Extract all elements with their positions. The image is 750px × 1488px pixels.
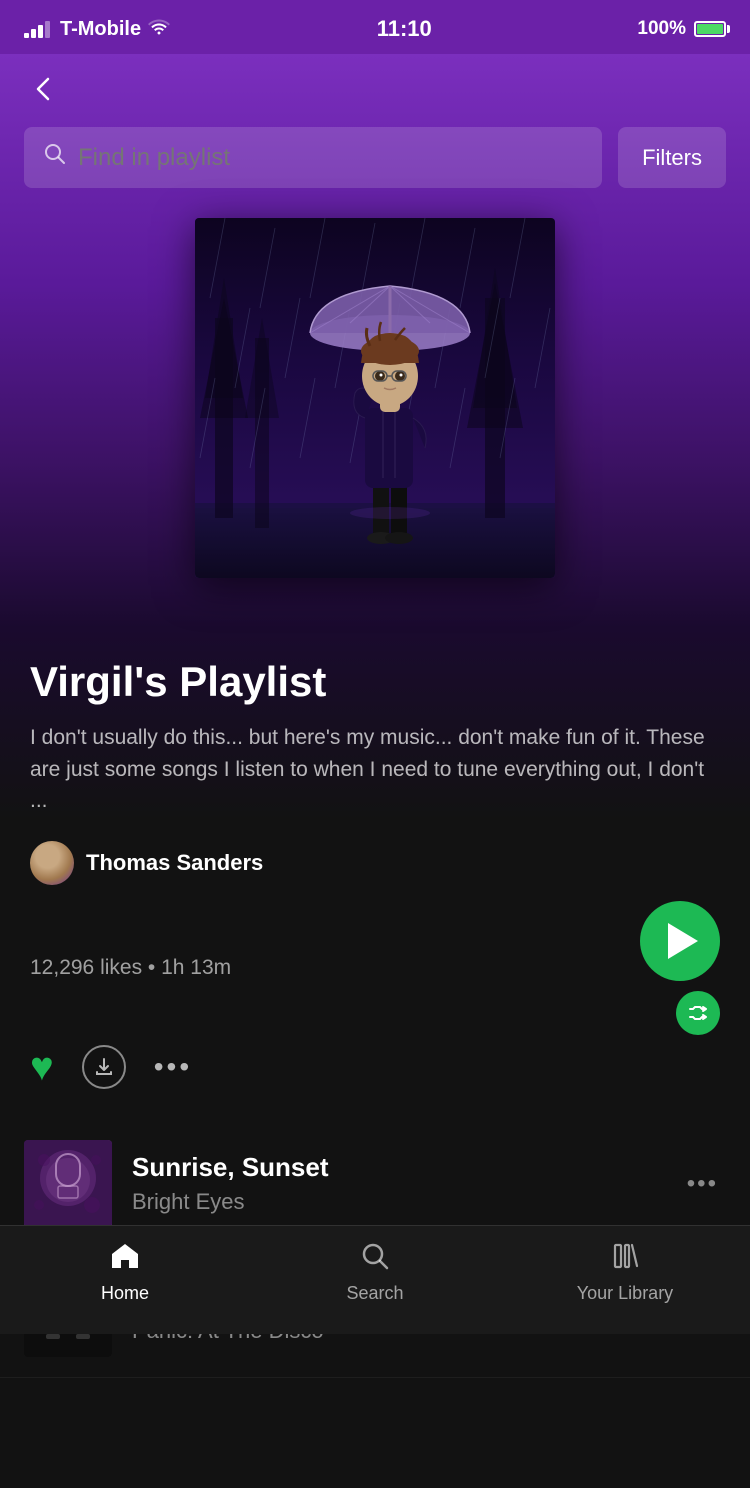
- status-right: 100%: [637, 18, 726, 40]
- play-button[interactable]: [640, 901, 720, 981]
- song-more-button-1[interactable]: •••: [679, 1162, 726, 1206]
- playlist-description: I don't usually do this... but here's my…: [30, 722, 720, 817]
- more-options-button[interactable]: •••: [154, 1051, 192, 1083]
- status-left: T-Mobile: [24, 17, 171, 41]
- home-icon: [110, 1242, 140, 1277]
- nav-library[interactable]: Your Library: [565, 1242, 685, 1304]
- song-artist: Bright Eyes: [132, 1189, 659, 1215]
- library-label: Your Library: [577, 1283, 673, 1304]
- battery-percent: 100%: [637, 18, 686, 40]
- playlist-cover-art: [195, 218, 555, 578]
- song-info-1: Sunrise, Sunset Bright Eyes: [132, 1152, 659, 1215]
- shuffle-button[interactable]: [676, 991, 720, 1035]
- creator-row: Thomas Sanders: [30, 841, 720, 885]
- creator-avatar: [30, 841, 74, 885]
- back-button[interactable]: [30, 74, 58, 111]
- play-icon: [668, 923, 698, 959]
- song-title: Sunrise, Sunset: [132, 1152, 659, 1183]
- search-input[interactable]: [78, 144, 582, 172]
- battery-icon: [694, 21, 726, 37]
- controls-row: 12,296 likes • 1h 13m: [30, 901, 720, 1035]
- wifi-icon: [147, 17, 171, 41]
- song-thumbnail-1: [24, 1140, 112, 1228]
- nav-bar: [0, 54, 750, 127]
- carrier-name: T-Mobile: [60, 18, 141, 41]
- search-label: Search: [346, 1283, 403, 1304]
- search-bar-row: Filters: [0, 127, 750, 188]
- creator-name[interactable]: Thomas Sanders: [86, 850, 263, 876]
- nav-search-icon: [361, 1242, 389, 1277]
- nav-search[interactable]: Search: [315, 1242, 435, 1304]
- home-label: Home: [101, 1283, 149, 1304]
- like-button[interactable]: ♥: [30, 1045, 54, 1090]
- cover-container: [0, 188, 750, 598]
- search-wrapper[interactable]: [24, 127, 602, 188]
- status-bar: T-Mobile 11:10 100%: [0, 0, 750, 54]
- signal-bars: [24, 20, 50, 38]
- action-buttons: ♥ •••: [30, 1045, 720, 1090]
- bottom-nav: Home Search Your Library: [0, 1225, 750, 1334]
- playlist-title: Virgil's Playlist: [30, 658, 720, 706]
- library-icon: [611, 1242, 639, 1277]
- playlist-stats: 12,296 likes • 1h 13m: [30, 956, 231, 980]
- clock: 11:10: [377, 16, 432, 42]
- nav-home[interactable]: Home: [65, 1242, 185, 1304]
- search-icon: [44, 143, 66, 172]
- filters-button[interactable]: Filters: [618, 127, 726, 188]
- download-button[interactable]: [82, 1045, 126, 1089]
- info-section: Virgil's Playlist I don't usually do thi…: [0, 628, 750, 1110]
